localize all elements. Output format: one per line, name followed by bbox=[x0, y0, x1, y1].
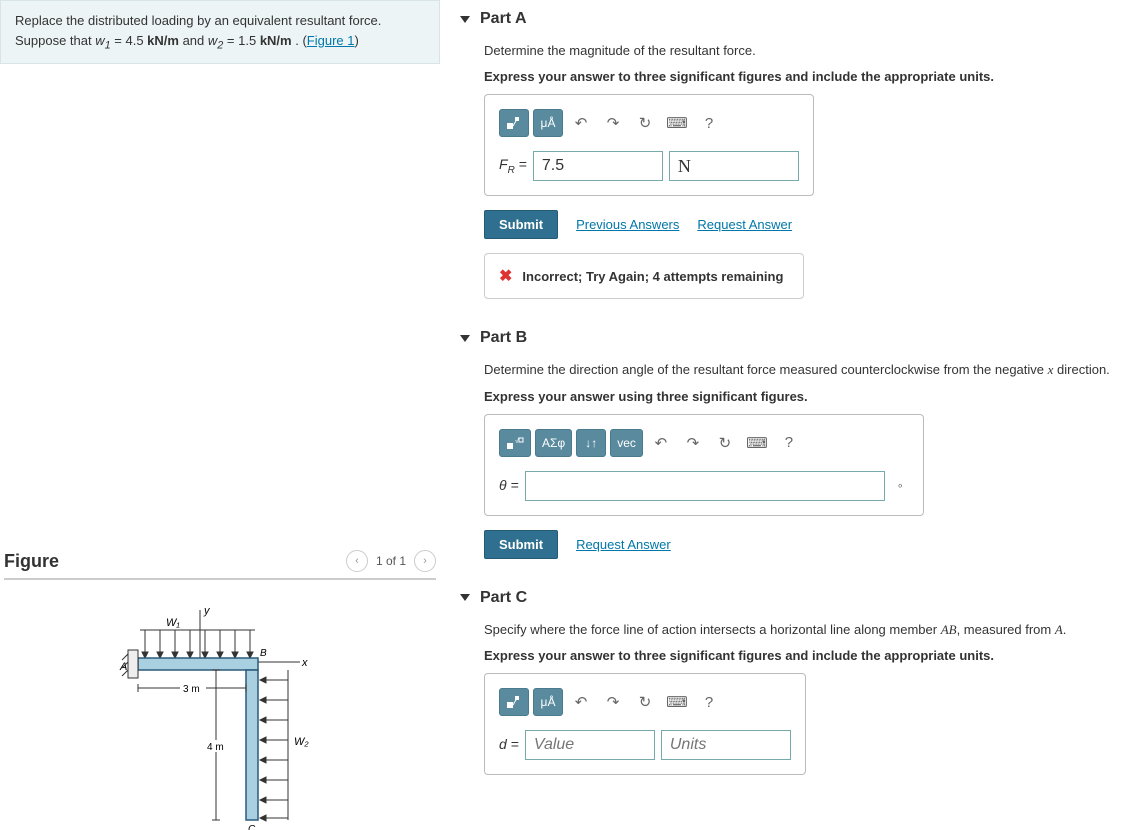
part-a-variable: FR = bbox=[499, 156, 527, 176]
units-tool-button[interactable]: μÅ bbox=[533, 109, 563, 137]
undo-icon[interactable]: ↶ bbox=[567, 688, 595, 716]
figure-diagram: y x W₁ bbox=[4, 600, 436, 830]
problem-statement: Replace the distributed loading by an eq… bbox=[0, 0, 440, 64]
svg-text:B: B bbox=[260, 648, 267, 659]
part-a-answer-box: μÅ ↶ ↷ ↻ ⌨ ? FR = N bbox=[484, 94, 814, 196]
keyboard-icon[interactable]: ⌨ bbox=[743, 429, 771, 457]
template-tool-icon[interactable]: √ bbox=[499, 429, 531, 457]
svg-text:x: x bbox=[301, 657, 308, 669]
svg-text:4 m: 4 m bbox=[207, 742, 224, 753]
keyboard-icon[interactable]: ⌨ bbox=[663, 109, 691, 137]
part-b-variable: θ = bbox=[499, 477, 519, 495]
figure-count: 1 of 1 bbox=[376, 554, 406, 568]
reset-icon[interactable]: ↻ bbox=[631, 109, 659, 137]
part-a-toggle-icon[interactable] bbox=[460, 16, 470, 23]
svg-text:W₁: W₁ bbox=[166, 617, 180, 629]
svg-text:3 m: 3 m bbox=[183, 684, 200, 695]
help-icon[interactable]: ? bbox=[695, 688, 723, 716]
figure-prev-button[interactable]: ‹ bbox=[346, 550, 368, 572]
units-tool-button[interactable]: μÅ bbox=[533, 688, 563, 716]
figure-link[interactable]: Figure 1 bbox=[307, 33, 355, 48]
part-c-answer-box: μÅ ↶ ↷ ↻ ⌨ ? d = bbox=[484, 673, 806, 775]
figure-title: Figure bbox=[4, 551, 59, 572]
part-c-title: Part C bbox=[480, 589, 527, 607]
part-c-toggle-icon[interactable] bbox=[460, 594, 470, 601]
redo-icon[interactable]: ↷ bbox=[599, 109, 627, 137]
redo-icon[interactable]: ↷ bbox=[679, 429, 707, 457]
part-b-instructions: Express your answer using three signific… bbox=[484, 388, 1112, 406]
part-a-units-input[interactable]: N bbox=[669, 151, 799, 181]
template-tool-icon[interactable] bbox=[499, 109, 529, 137]
svg-text:√: √ bbox=[515, 437, 519, 445]
part-a-prompt: Determine the magnitude of the resultant… bbox=[484, 42, 1112, 60]
svg-text:C: C bbox=[248, 824, 256, 830]
help-icon[interactable]: ? bbox=[695, 109, 723, 137]
part-a-previous-answers-link[interactable]: Previous Answers bbox=[576, 217, 679, 232]
help-icon[interactable]: ? bbox=[775, 429, 803, 457]
svg-text:W₂: W₂ bbox=[294, 736, 309, 748]
redo-icon[interactable]: ↷ bbox=[599, 688, 627, 716]
svg-text:y: y bbox=[203, 605, 211, 617]
part-b-unit-suffix: ∘ bbox=[897, 479, 904, 492]
part-b-prompt: Determine the direction angle of the res… bbox=[484, 361, 1112, 379]
figure-next-button[interactable]: › bbox=[414, 550, 436, 572]
part-a-request-answer-link[interactable]: Request Answer bbox=[697, 217, 792, 232]
reset-icon[interactable]: ↻ bbox=[631, 688, 659, 716]
part-b-title: Part B bbox=[480, 329, 527, 347]
part-a-feedback: ✖ Incorrect; Try Again; 4 attempts remai… bbox=[484, 253, 804, 299]
part-a-instructions: Express your answer to three significant… bbox=[484, 68, 1112, 86]
part-b-toggle-icon[interactable] bbox=[460, 335, 470, 342]
template-tool-icon[interactable] bbox=[499, 688, 529, 716]
part-b-request-answer-link[interactable]: Request Answer bbox=[576, 537, 671, 552]
vec-tool-button[interactable]: vec bbox=[610, 429, 643, 457]
part-b-submit-button[interactable]: Submit bbox=[484, 530, 558, 559]
part-b-answer-box: √ ΑΣφ ↓↑ vec ↶ ↷ ↻ ⌨ ? θ = ∘ bbox=[484, 414, 924, 516]
undo-icon[interactable]: ↶ bbox=[647, 429, 675, 457]
undo-icon[interactable]: ↶ bbox=[567, 109, 595, 137]
incorrect-icon: ✖ bbox=[499, 266, 512, 286]
part-a-submit-button[interactable]: Submit bbox=[484, 210, 558, 239]
part-c-variable: d = bbox=[499, 736, 519, 754]
part-a-value-input[interactable] bbox=[533, 151, 663, 181]
updown-tool-icon[interactable]: ↓↑ bbox=[576, 429, 606, 457]
part-a-title: Part A bbox=[480, 10, 527, 28]
part-c-instructions: Express your answer to three significant… bbox=[484, 647, 1112, 665]
part-a-feedback-text: Incorrect; Try Again; 4 attempts remaini… bbox=[522, 269, 783, 284]
part-c-value-input[interactable] bbox=[525, 730, 655, 760]
part-c-prompt: Specify where the force line of action i… bbox=[484, 621, 1112, 639]
part-b-value-input[interactable] bbox=[525, 471, 885, 501]
reset-icon[interactable]: ↻ bbox=[711, 429, 739, 457]
part-c-units-input[interactable] bbox=[661, 730, 791, 760]
keyboard-icon[interactable]: ⌨ bbox=[663, 688, 691, 716]
symbols-tool-button[interactable]: ΑΣφ bbox=[535, 429, 572, 457]
